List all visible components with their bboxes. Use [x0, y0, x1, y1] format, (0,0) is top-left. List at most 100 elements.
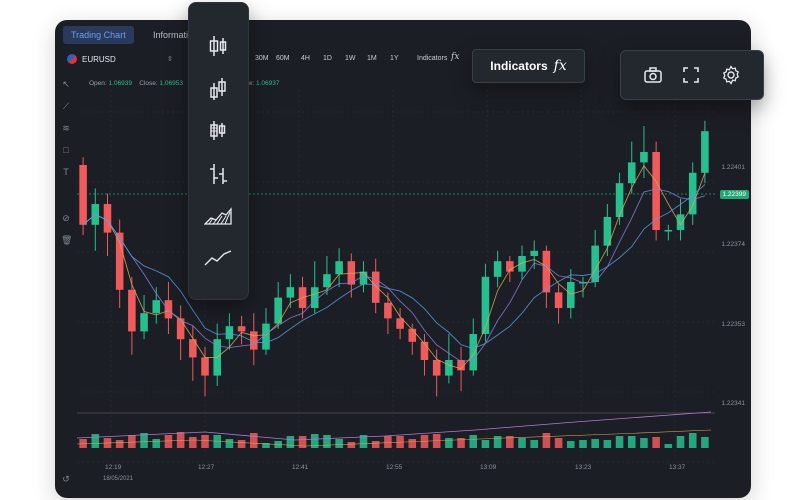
- line-icon[interactable]: [203, 243, 233, 273]
- date-label: 18/05/2021: [103, 476, 134, 482]
- candle-body: [493, 261, 502, 277]
- bars-icon[interactable]: [203, 159, 233, 189]
- indicators-button-label: Indicators: [490, 59, 548, 73]
- volume-bar: [493, 436, 502, 448]
- current-price-tag: 1.22399: [719, 190, 749, 199]
- volume-bar: [408, 439, 417, 448]
- volume-bar: [371, 441, 380, 448]
- time-label-6: 13:23: [575, 464, 592, 471]
- candle-body: [481, 276, 490, 334]
- volume-bar: [591, 439, 599, 448]
- candle-body: [420, 341, 429, 360]
- area-icon[interactable]: [203, 201, 233, 231]
- candle-body: [518, 256, 526, 272]
- candles-icon[interactable]: [203, 31, 233, 61]
- candle-body: [530, 250, 538, 256]
- candle-body: [323, 274, 331, 288]
- settings-icon[interactable]: [719, 63, 743, 87]
- candle-body: [286, 287, 295, 298]
- volume-bar: [152, 439, 161, 448]
- candle-body: [469, 334, 478, 371]
- volume-bar: [323, 435, 331, 448]
- volume-bar: [384, 436, 392, 448]
- volume-bar: [250, 433, 258, 448]
- candle-body: [103, 204, 112, 233]
- volume-bar: [201, 435, 209, 448]
- time-label-3: 12:41: [292, 464, 309, 471]
- volume-bar: [176, 432, 185, 448]
- candle-body: [688, 172, 697, 215]
- candle-body: [701, 131, 709, 173]
- candle-body: [627, 162, 636, 184]
- time-label-1: 12:19: [105, 464, 122, 471]
- volume-bar: [225, 439, 234, 448]
- volume-bar: [335, 439, 343, 448]
- volume-bar: [518, 438, 526, 448]
- price-label-1: 1.22401: [721, 164, 746, 171]
- chart-type-panel: [188, 2, 249, 300]
- volume-bar: [603, 440, 612, 448]
- candle-body: [237, 326, 246, 332]
- candle-body: [128, 289, 136, 332]
- price-label-4: 1.22341: [721, 400, 746, 407]
- volume-bar: [579, 440, 587, 448]
- candle-body: [445, 360, 453, 376]
- candle-body: [542, 250, 551, 293]
- hollow-candles-icon[interactable]: [203, 74, 233, 104]
- candle-body: [164, 300, 173, 319]
- price-label-3: 1.22353: [721, 321, 746, 328]
- candle-body: [359, 271, 368, 285]
- volume-bar: [481, 440, 490, 448]
- fx-icon-large: fx: [553, 58, 567, 74]
- candle-body: [664, 230, 673, 232]
- fullscreen-icon[interactable]: [679, 63, 703, 87]
- price-label-2: 1.22374: [721, 241, 746, 248]
- chart-actions-bar: [620, 50, 764, 100]
- time-label-7: 13:37: [669, 464, 686, 471]
- candle-body: [432, 360, 441, 376]
- volume-bar: [530, 440, 538, 448]
- candle-body: [408, 328, 417, 342]
- volume-bar: [567, 441, 575, 448]
- volume-bar: [469, 435, 478, 448]
- time-label-4: 12:55: [386, 464, 403, 471]
- candle-body: [140, 313, 148, 332]
- moving-average-fast: [82, 165, 706, 370]
- candle-body: [79, 165, 87, 225]
- camera-icon[interactable]: [641, 63, 665, 87]
- candle-body: [384, 302, 392, 319]
- volume-bar: [701, 437, 709, 448]
- volume-bar: [652, 437, 660, 448]
- candle-body: [152, 300, 161, 314]
- candle-body: [371, 271, 380, 303]
- time-label-2: 12:27: [198, 464, 215, 471]
- candle-body: [591, 245, 599, 282]
- volume-bar: [445, 438, 453, 448]
- volume-bar: [128, 435, 136, 448]
- volume-bar: [91, 434, 100, 448]
- volume-bar: [542, 433, 551, 448]
- candle-body: [554, 292, 563, 308]
- candle-body: [310, 287, 319, 308]
- candle-body: [615, 183, 624, 217]
- volume-bar: [627, 436, 636, 448]
- volume-bar: [688, 433, 697, 448]
- volume-bar: [640, 438, 648, 448]
- candle-body: [335, 261, 343, 275]
- volume-bar: [189, 437, 197, 448]
- candle-body: [225, 326, 234, 340]
- candle-body: [567, 282, 575, 308]
- volume-bar: [286, 436, 295, 448]
- indicators-button[interactable]: Indicators fx: [472, 49, 585, 83]
- candle-body: [676, 214, 685, 230]
- volume-bar: [115, 440, 124, 448]
- volume-bar: [347, 442, 356, 448]
- moving-average-mid: [82, 188, 706, 363]
- volume-bar: [554, 438, 563, 448]
- volume-bar: [676, 436, 685, 448]
- volume-bar: [237, 440, 246, 448]
- volume-bar: [164, 435, 173, 448]
- moving-average-slow: [82, 184, 706, 350]
- heikin-ashi-icon[interactable]: [203, 115, 233, 145]
- volume-bar: [664, 444, 673, 448]
